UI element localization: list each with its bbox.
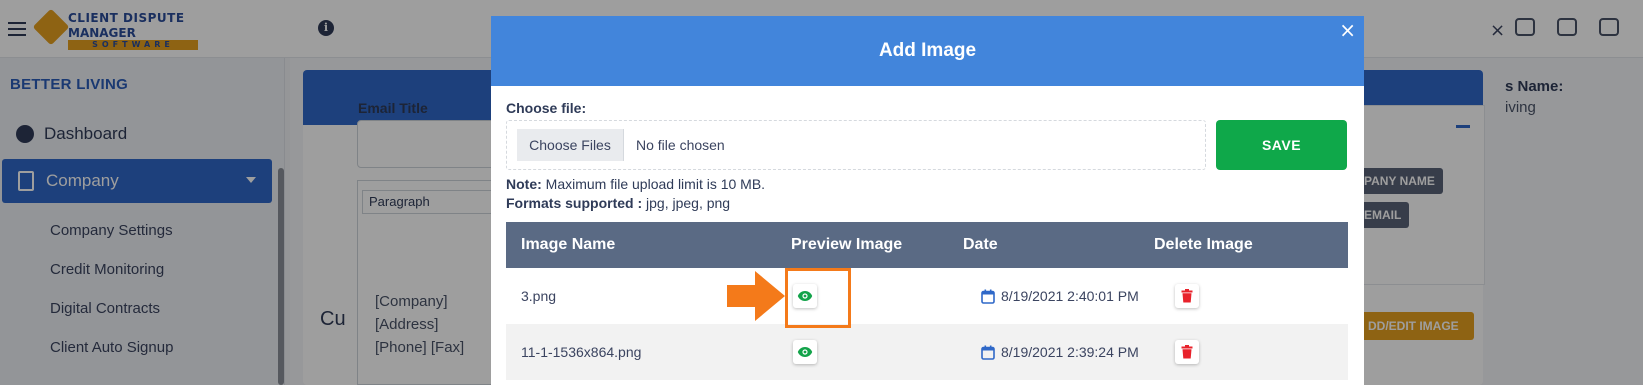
formats-label: Formats supported : [506,195,643,211]
upload-limit-note: Note: Maximum file upload limit is 10 MB… [506,176,765,192]
calendar-icon [981,289,995,304]
date-text: 8/19/2021 2:39:24 PM [1001,344,1139,360]
trash-icon [1181,289,1193,303]
close-icon[interactable]: × [1339,20,1356,40]
file-input[interactable]: Choose Files No file chosen [506,120,1206,170]
formats-text: jpg, jpeg, png [642,195,731,211]
column-header-preview-image: Preview Image [791,236,903,253]
file-status-text: No file chosen [636,137,725,153]
table-row: 3.png 8/19/2021 2:40:01 PM [506,268,1348,324]
date-cell: 8/19/2021 2:40:01 PM [981,268,1139,324]
choose-files-button[interactable]: Choose Files [517,129,624,161]
table-row: 11-1-1536x864.png 8/19/2021 2:39:24 PM [506,324,1348,380]
date-cell: 8/19/2021 2:39:24 PM [981,324,1139,380]
column-header-delete-image: Delete Image [1154,236,1253,253]
note-label: Note: [506,176,542,192]
calendar-icon [981,345,995,360]
formats-supported-note: Formats supported : jpg, jpeg, png [506,195,730,211]
note-text: Maximum file upload limit is 10 MB. [541,176,766,192]
column-header-image-name: Image Name [521,236,616,253]
delete-image-button[interactable] [1175,284,1199,308]
column-header-date: Date [963,236,998,253]
add-image-modal: Add Image × Choose file: Choose Files No… [491,16,1364,385]
date-text: 8/19/2021 2:40:01 PM [1001,288,1139,304]
choose-file-label: Choose file: [506,100,587,116]
image-table-header: Image Name Preview Image Date Delete Ima… [506,222,1348,268]
trash-icon [1181,345,1193,359]
orange-arrow-icon [727,271,785,321]
image-name-cell: 3.png [521,288,557,304]
delete-image-button[interactable] [1175,340,1199,364]
save-button[interactable]: SAVE [1216,120,1347,170]
preview-highlight-box [785,268,851,328]
preview-eye-button[interactable] [793,340,817,364]
modal-header: Add Image × [491,16,1364,86]
modal-title: Add Image [878,40,977,61]
image-name-cell: 11-1-1536x864.png [521,344,642,360]
eye-icon [797,347,813,357]
